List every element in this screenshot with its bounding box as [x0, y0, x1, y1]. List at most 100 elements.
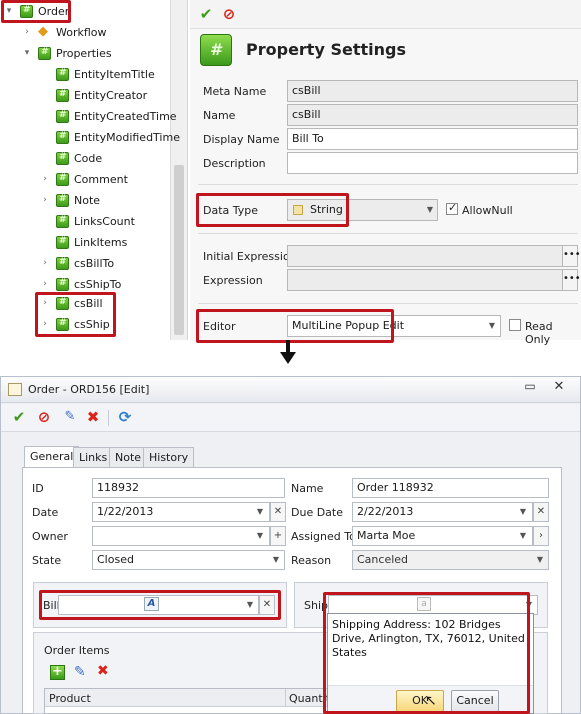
tree-item-label: LinkItems: [74, 235, 128, 249]
tree-scrollbar-thumb[interactable]: [174, 165, 184, 335]
tab-note[interactable]: Note: [109, 447, 148, 467]
edit-icon[interactable]: ✎: [61, 408, 79, 426]
highlight-data-type: [196, 193, 349, 227]
allow-null-label: AllowNull: [462, 204, 513, 217]
tab-general[interactable]: General: [24, 446, 80, 467]
save-icon[interactable]: ✔: [10, 408, 28, 426]
assigned-to-label: Assigned To: [291, 530, 356, 543]
refresh-icon[interactable]: ⟳: [116, 408, 134, 426]
read-only-label: Read Only: [525, 320, 553, 346]
chevron-down-icon[interactable]: ▼: [253, 503, 267, 521]
id-input[interactable]: 118932: [92, 478, 285, 498]
minimize-icon[interactable]: ▭: [523, 379, 537, 393]
tree-item-comment[interactable]: › Comment: [40, 169, 128, 189]
expand-icon[interactable]: ›: [40, 258, 50, 268]
meta-name-label: Meta Name: [203, 85, 267, 98]
chevron-down-icon[interactable]: ▼: [253, 527, 267, 545]
due-date-label: Due Date: [291, 506, 343, 519]
tree-scrollbar[interactable]: [170, 0, 187, 340]
expand-icon[interactable]: ›: [22, 27, 32, 37]
tree-node-properties[interactable]: ▾ Properties: [22, 43, 112, 63]
property-icon: [56, 235, 69, 249]
clear-date-button[interactable]: ✕: [270, 502, 286, 522]
ellipsis-button[interactable]: •••: [562, 245, 581, 267]
property-icon: [56, 88, 69, 102]
initial-expression-field[interactable]: [287, 245, 563, 267]
product-column-header[interactable]: Product: [49, 692, 91, 705]
highlight-csbill-csship: [35, 292, 116, 337]
divider: [198, 184, 578, 185]
expand-icon[interactable]: ›: [40, 174, 50, 184]
name-input[interactable]: Order 118932: [352, 478, 549, 498]
expression-field[interactable]: [287, 269, 563, 291]
open-assigned-button[interactable]: ›: [533, 526, 549, 546]
property-toolbar: [190, 0, 581, 29]
cancel-icon[interactable]: ⊘: [35, 408, 53, 426]
ellipsis-button[interactable]: •••: [562, 269, 581, 291]
expand-icon[interactable]: ›: [40, 279, 50, 289]
edit-item-icon[interactable]: ✎: [74, 664, 90, 680]
workflow-icon: ◆: [38, 24, 48, 39]
assigned-to-select[interactable]: Marta Moe: [352, 526, 533, 546]
display-name-label: Display Name: [203, 133, 280, 146]
apply-icon[interactable]: ✔: [197, 5, 215, 23]
delete-icon[interactable]: ✖: [84, 408, 102, 426]
clear-due-date-button[interactable]: ✕: [533, 502, 549, 522]
tree-item-code[interactable]: Code: [40, 148, 102, 168]
expression-label: Expression: [203, 274, 263, 287]
allow-null-checkbox[interactable]: [446, 201, 458, 215]
chevron-down-icon[interactable]: ▼: [485, 317, 499, 335]
page-title: Property Settings: [246, 40, 406, 59]
chevron-down-icon[interactable]: ▼: [533, 551, 547, 569]
delete-item-icon[interactable]: ✖: [97, 663, 113, 679]
tree-item-note[interactable]: › Note: [40, 190, 100, 210]
property-icon: [56, 67, 69, 81]
tree-item-entitycreator[interactable]: EntityCreator: [40, 85, 147, 105]
owner-select[interactable]: [92, 526, 270, 546]
reason-label: Reason: [291, 554, 332, 567]
cancel-icon[interactable]: ⊘: [220, 5, 238, 23]
tree-item-entitycreatedtime[interactable]: EntityCreatedTime: [40, 106, 177, 126]
tree-item-label: Note: [74, 193, 101, 207]
property-icon: [56, 277, 69, 291]
column-divider: [285, 689, 286, 707]
property-icon: [56, 214, 69, 228]
chevron-down-icon[interactable]: ▼: [269, 551, 283, 569]
tree-item-label: csShipTo: [74, 277, 122, 291]
state-select[interactable]: Closed: [92, 550, 285, 570]
tree-item-linkitems[interactable]: LinkItems: [40, 232, 127, 252]
arrow-head-icon: [280, 352, 296, 364]
add-item-icon[interactable]: +: [50, 665, 65, 680]
tree-item-label: csBillTo: [74, 256, 115, 270]
highlight-editor: [196, 309, 394, 343]
chevron-down-icon[interactable]: ▼: [423, 201, 437, 219]
tab-links[interactable]: Links: [73, 447, 114, 467]
expand-icon[interactable]: ›: [40, 195, 50, 205]
description-input[interactable]: [287, 152, 578, 174]
display-name-input[interactable]: Bill To: [287, 128, 578, 150]
tree-node-workflow[interactable]: › ◆ Workflow: [22, 22, 106, 42]
add-owner-button[interactable]: +: [270, 526, 286, 546]
tab-history[interactable]: History: [143, 447, 195, 467]
highlight-bill: [39, 590, 281, 620]
close-icon[interactable]: ✕: [552, 379, 566, 394]
tree-item-entityitemtitle[interactable]: EntityItemTitle: [40, 64, 155, 84]
due-date-input[interactable]: 2/22/2013: [352, 502, 533, 522]
tree-item-label: Code: [74, 151, 103, 165]
tree-item-csshipto[interactable]: › csShipTo: [40, 274, 121, 294]
property-icon: [56, 151, 69, 165]
chevron-down-icon[interactable]: ▼: [516, 527, 530, 545]
highlight-order: [1, 0, 71, 23]
tree-item-csbillto[interactable]: › csBillTo: [40, 253, 114, 273]
tree-item-label: EntityCreatedTime: [74, 109, 177, 123]
collapse-icon[interactable]: ▾: [22, 48, 32, 58]
date-input[interactable]: 1/22/2013: [92, 502, 270, 522]
tree-item-entitymodifiedtime[interactable]: EntityModifiedTime: [40, 127, 180, 147]
name-label: Name: [203, 109, 236, 122]
tree-item-label: EntityCreator: [74, 88, 148, 102]
read-only-checkbox[interactable]: [509, 319, 521, 331]
chevron-down-icon[interactable]: ▼: [516, 503, 530, 521]
tree-item-linkscount[interactable]: LinksCount: [40, 211, 135, 231]
reason-select[interactable]: Canceled: [352, 550, 549, 570]
properties-icon: [38, 46, 51, 60]
